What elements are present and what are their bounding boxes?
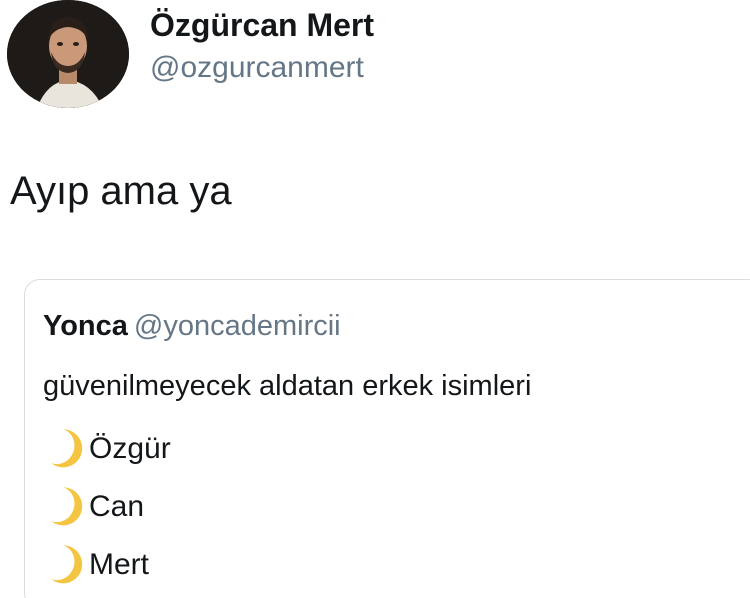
list-item-label: Can bbox=[89, 490, 145, 523]
avatar[interactable] bbox=[7, 0, 129, 108]
crescent-moon-icon bbox=[43, 485, 87, 529]
crescent-moon-icon bbox=[43, 543, 87, 587]
list-item: Can bbox=[43, 478, 171, 536]
author-display-name[interactable]: Özgürcan Mert bbox=[150, 6, 374, 44]
tweet: Özgürcan Mert @ozgurcanmert Ayıp ama ya … bbox=[0, 0, 750, 598]
avatar-image bbox=[7, 0, 129, 108]
tweet-text: Ayıp ama ya bbox=[10, 169, 232, 213]
quoted-tweet-header: Yonca @yoncademircii bbox=[43, 308, 341, 344]
quoted-author-handle: @yoncademircii bbox=[133, 310, 341, 342]
quoted-tweet-list: Özgür Can Mert bbox=[43, 420, 171, 594]
quoted-author-display-name: Yonca bbox=[43, 310, 128, 342]
list-item-label: Özgür bbox=[89, 432, 171, 465]
list-item: Mert bbox=[43, 536, 171, 594]
quoted-tweet-text: güvenilmeyecek aldatan erkek isimleri bbox=[43, 370, 532, 402]
author-handle[interactable]: @ozgurcanmert bbox=[150, 50, 364, 86]
list-item-label: Mert bbox=[89, 548, 149, 581]
quoted-tweet-card[interactable]: Yonca @yoncademircii güvenilmeyecek aldat… bbox=[24, 279, 750, 598]
crescent-moon-icon bbox=[43, 427, 87, 471]
list-item: Özgür bbox=[43, 420, 171, 478]
